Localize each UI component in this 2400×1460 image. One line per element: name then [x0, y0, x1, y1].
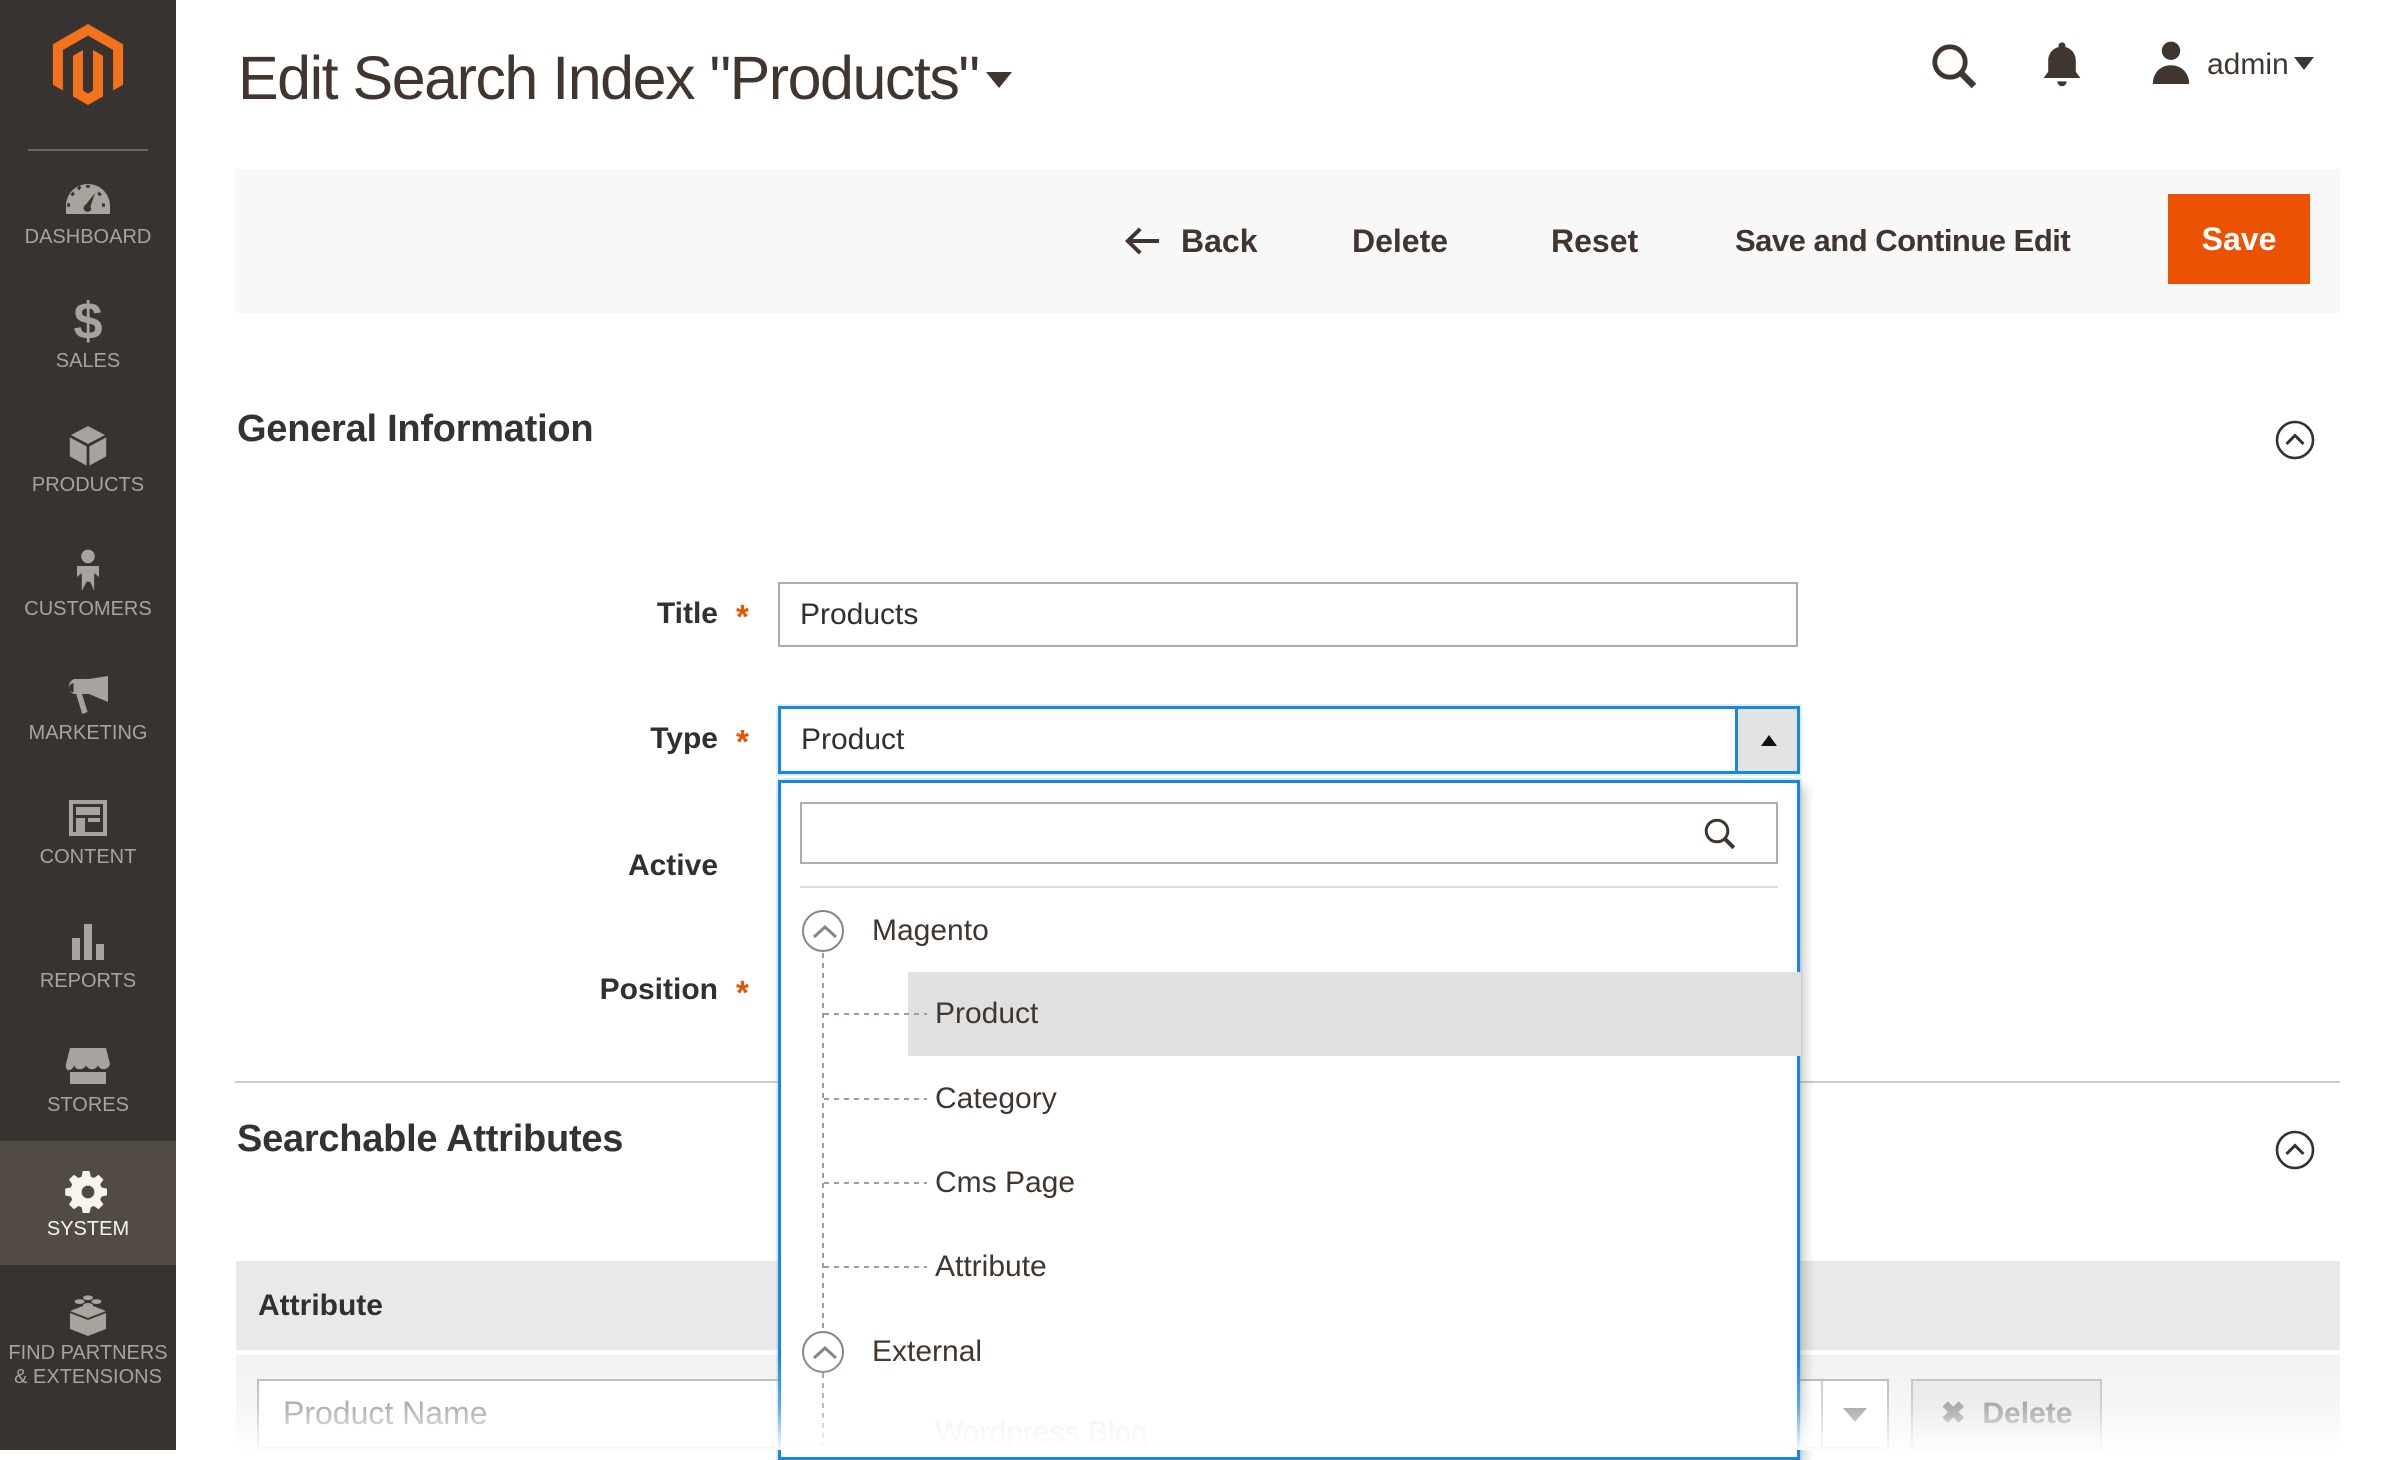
svg-text:$: $ [73, 300, 102, 346]
